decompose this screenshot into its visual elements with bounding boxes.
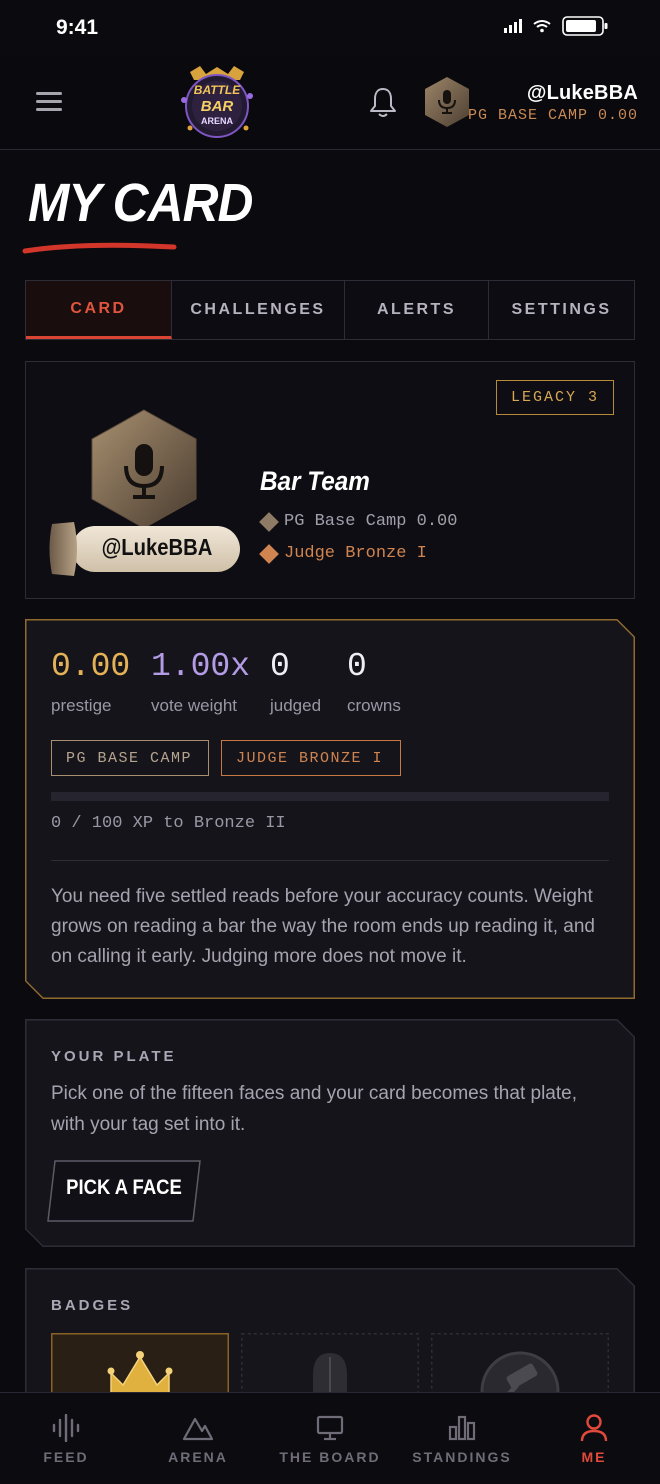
nav-the-board[interactable]: THE BOARD xyxy=(264,1393,396,1484)
battle-bar-arena-logo[interactable]: BATTLE BAR ARENA xyxy=(176,66,258,138)
user-icon xyxy=(580,1414,608,1442)
app-header: BATTLE BAR ARENA @LukeBBA PG BASE CAMP 0… xyxy=(0,56,660,150)
xp-progress-bar xyxy=(51,792,609,801)
nav-arena[interactable]: ARENA xyxy=(132,1393,264,1484)
nav-standings[interactable]: STANDINGS xyxy=(396,1393,528,1484)
judge-chip: JUDGE BRONZE I xyxy=(221,740,401,776)
stats-divider xyxy=(51,860,609,861)
vote-weight-value: 1.00x xyxy=(151,648,251,685)
bottom-navigation: FEED ARENA THE BOARD STANDINGS ME xyxy=(0,1392,660,1484)
team-name: Bar Team xyxy=(260,466,370,496)
header-rank: PG BASE CAMP 0.00 xyxy=(467,107,638,124)
tab-challenges[interactable]: CHALLENGES xyxy=(172,281,345,339)
judge-diamond-icon xyxy=(259,543,279,564)
mountain-icon xyxy=(182,1417,214,1441)
accuracy-explanation: You need five settled reads before your … xyxy=(51,886,595,967)
vote-weight-label: vote weight xyxy=(151,696,237,715)
logo-line-2: BAR xyxy=(201,98,234,115)
battery-icon xyxy=(562,16,608,36)
nav-the-board-label: THE BOARD xyxy=(279,1449,381,1465)
card-judge-line: Judge Bronze I xyxy=(259,543,427,564)
page-title: MY CARD xyxy=(28,173,253,233)
title-underline xyxy=(22,242,177,254)
header-avatar[interactable] xyxy=(424,76,470,128)
tab-alerts[interactable]: ALERTS xyxy=(345,281,489,339)
tab-card[interactable]: CARD xyxy=(26,281,172,339)
card-rank-line: PG Base Camp 0.00 xyxy=(259,511,458,532)
card-judge-text: Judge Bronze I xyxy=(284,544,427,563)
logo-line-1: BATTLE xyxy=(194,83,241,97)
card-rank-text: PG Base Camp 0.00 xyxy=(284,512,458,531)
badges-heading: BADGES xyxy=(51,1297,134,1314)
crowns-value: 0 xyxy=(347,648,367,685)
wifi-icon xyxy=(533,20,551,33)
prestige-value: 0.00 xyxy=(51,648,131,685)
pick-a-face-button[interactable]: PICK A FACE xyxy=(64,1176,184,1200)
nav-arena-label: ARENA xyxy=(168,1449,228,1465)
judged-label: judged xyxy=(270,696,322,715)
xp-progress-text: 0 / 100 XP to Bronze II xyxy=(51,814,286,833)
prestige-label: prestige xyxy=(51,696,112,715)
rank-diamond-icon xyxy=(259,511,279,532)
plate-heading: YOUR PLATE xyxy=(51,1048,177,1065)
nav-me-label: ME xyxy=(581,1449,607,1465)
waveform-icon xyxy=(52,1414,80,1442)
plate-description: Pick one of the fifteen faces and your c… xyxy=(51,1083,577,1135)
card-handle: @LukeBBA xyxy=(101,534,213,560)
nav-me[interactable]: ME xyxy=(528,1393,660,1484)
rank-chip: PG BASE CAMP xyxy=(51,740,209,776)
notifications-bell-icon[interactable] xyxy=(368,86,398,118)
nav-feed[interactable]: FEED xyxy=(0,1393,132,1484)
bar-chart-icon xyxy=(448,1415,476,1441)
logo-line-3: ARENA xyxy=(201,116,234,126)
header-user-info[interactable]: @LukeBBA PG BASE CAMP 0.00 xyxy=(468,82,638,124)
signal-icon xyxy=(504,19,522,33)
header-handle: @LukeBBA xyxy=(526,82,638,104)
player-card: LEGACY 3 @LukeBBA Bar Team PG Base Camp … xyxy=(25,361,635,599)
card-avatar-hex xyxy=(91,409,197,529)
status-bar: 9:41 xyxy=(0,0,660,56)
monitor-icon xyxy=(316,1415,344,1441)
judged-value: 0 xyxy=(270,648,290,685)
nav-feed-label: FEED xyxy=(43,1449,89,1465)
crowns-label: crowns xyxy=(347,696,401,715)
nav-standings-label: STANDINGS xyxy=(412,1449,512,1465)
status-time: 9:41 xyxy=(56,16,99,39)
menu-button[interactable] xyxy=(36,92,64,114)
profile-tabs: CARD CHALLENGES ALERTS SETTINGS xyxy=(25,280,635,340)
legacy-badge: LEGACY 3 xyxy=(495,380,614,415)
tab-settings[interactable]: SETTINGS xyxy=(489,281,634,339)
